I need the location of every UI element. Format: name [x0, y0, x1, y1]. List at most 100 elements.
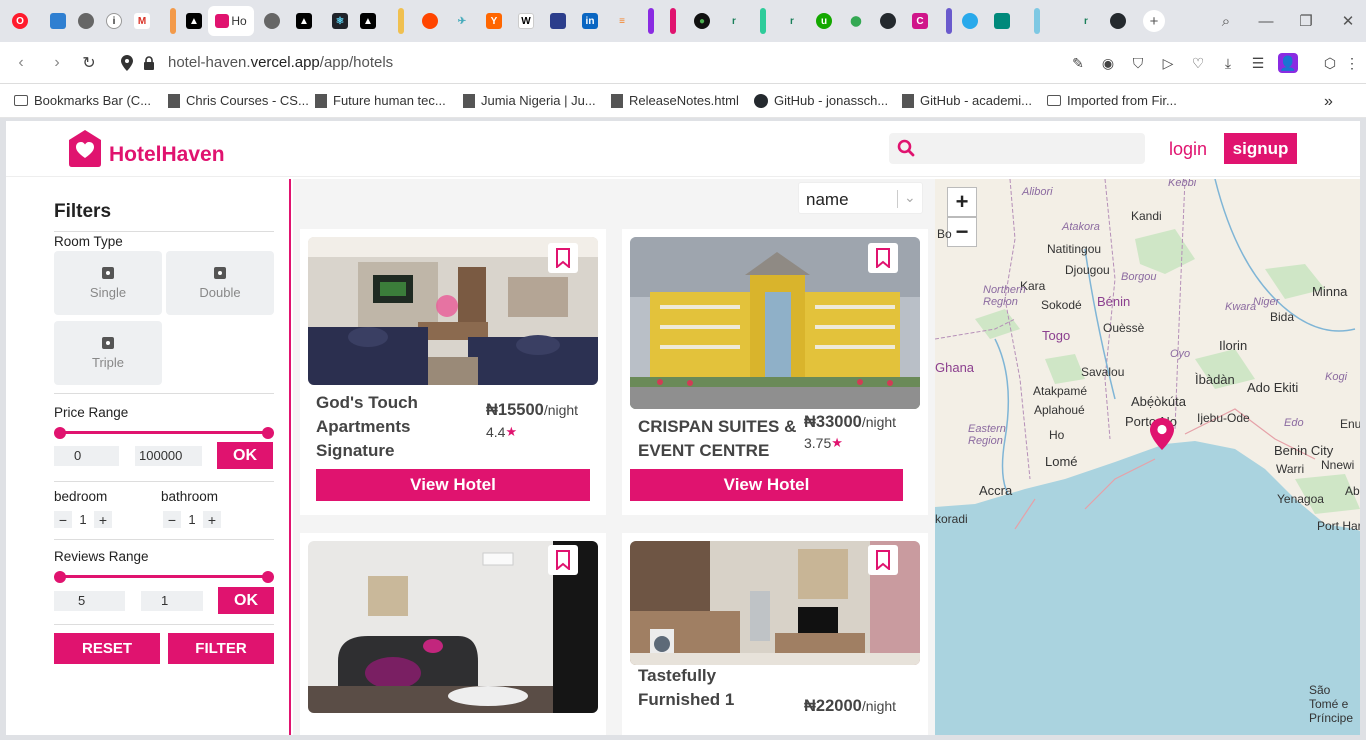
tab-favicon-info[interactable]: i: [100, 6, 128, 36]
reset-button[interactable]: RESET: [54, 633, 160, 664]
tab-favicon-globe-2[interactable]: [258, 6, 286, 36]
hotelhaven-logo-icon[interactable]: [68, 129, 102, 169]
reload-icon[interactable]: ↻: [78, 52, 100, 74]
opera-menu-icon[interactable]: O: [6, 6, 34, 36]
tab-favicon-canva[interactable]: C: [906, 6, 934, 36]
bathroom-decrement-button[interactable]: −: [163, 511, 181, 528]
lock-icon[interactable]: [138, 52, 160, 74]
tab-favicon-r-3[interactable]: r: [1072, 6, 1100, 36]
tab-favicon-maps[interactable]: ⬤: [842, 6, 870, 36]
bookmark-item[interactable]: Future human tec...: [315, 93, 446, 108]
search-tabs-icon[interactable]: ⌕: [1215, 10, 1237, 32]
tab-favicon-react[interactable]: ⚛: [326, 6, 354, 36]
tab-group-indicator-2[interactable]: [398, 8, 404, 34]
bookmark-item[interactable]: ReleaseNotes.html: [611, 93, 739, 108]
settings-sliders-icon[interactable]: ☰: [1248, 53, 1268, 73]
room-type-single[interactable]: Single: [54, 251, 162, 315]
login-link[interactable]: login: [1169, 139, 1207, 160]
bookmark-icon[interactable]: [548, 243, 578, 273]
sort-select[interactable]: name ⌄: [798, 182, 923, 214]
reviews-max-input[interactable]: 1: [141, 591, 203, 611]
hotel-name[interactable]: Tastefully Furnished 1: [638, 664, 798, 712]
tab-group-indicator-3[interactable]: [648, 8, 654, 34]
extensions-cube-icon[interactable]: ⬡: [1320, 53, 1340, 73]
reviews-min-handle[interactable]: [54, 571, 66, 583]
download-icon[interactable]: ⤓: [1218, 53, 1238, 73]
bookmarks-overflow-icon[interactable]: »: [1324, 93, 1333, 111]
view-hotel-button[interactable]: View Hotel: [630, 469, 903, 501]
edit-icon[interactable]: ✎: [1068, 53, 1088, 73]
signup-button[interactable]: signup: [1224, 133, 1297, 164]
play-icon[interactable]: ▷: [1158, 53, 1178, 73]
bookmark-item[interactable]: GitHub - jonassch...: [754, 93, 888, 108]
tab-favicon-globe[interactable]: [72, 6, 100, 36]
tab-favicon-telegram[interactable]: [956, 6, 984, 36]
bookmark-folder[interactable]: Bookmarks Bar (C...: [14, 93, 151, 108]
tab-favicon-bird[interactable]: ✈: [448, 6, 476, 36]
reviews-range-track[interactable]: [60, 575, 268, 578]
bookmark-icon[interactable]: [868, 545, 898, 575]
tab-group-indicator-7[interactable]: [1034, 8, 1040, 34]
price-max-handle[interactable]: [262, 427, 274, 439]
tab-favicon-r-2[interactable]: r: [778, 6, 806, 36]
profile-icon[interactable]: 👤: [1278, 53, 1298, 73]
room-type-double[interactable]: Double: [166, 251, 274, 315]
tab-group-indicator-5[interactable]: [760, 8, 766, 34]
filter-button[interactable]: FILTER: [168, 633, 274, 664]
reviews-max-handle[interactable]: [262, 571, 274, 583]
camera-icon[interactable]: ◉: [1098, 53, 1118, 73]
search-input[interactable]: [923, 137, 1133, 160]
price-max-input[interactable]: 100000: [135, 446, 202, 466]
bathroom-increment-button[interactable]: +: [203, 511, 221, 528]
bookmark-icon[interactable]: [548, 545, 578, 575]
url-field[interactable]: hotel-haven.vercel.app/app/hotels: [168, 54, 393, 71]
reviews-ok-button[interactable]: OK: [218, 587, 274, 614]
map-zoom-in-button[interactable]: +: [947, 187, 977, 217]
new-tab-icon[interactable]: +: [1143, 10, 1165, 32]
tab-group-indicator-4[interactable]: [670, 8, 676, 34]
tab-favicon-meet[interactable]: [988, 6, 1016, 36]
tab-favicon-github[interactable]: [874, 6, 902, 36]
location-pin-icon[interactable]: [116, 52, 138, 74]
shield-icon[interactable]: ⛉: [1128, 53, 1148, 73]
room-type-triple[interactable]: Triple: [54, 321, 162, 385]
bookmark-item[interactable]: Jumia Nigeria | Ju...: [463, 93, 596, 108]
search-box[interactable]: [889, 133, 1145, 164]
hotel-name[interactable]: CRISPAN SUITES & EVENT CENTRE: [638, 415, 798, 463]
price-ok-button[interactable]: OK: [217, 442, 273, 469]
bookmark-icon[interactable]: [868, 243, 898, 273]
tab-favicon-ycombinator[interactable]: Y: [480, 6, 508, 36]
tab-favicon-github-2[interactable]: [1104, 6, 1132, 36]
heart-icon[interactable]: ♡: [1188, 53, 1208, 73]
maximize-icon[interactable]: ❐: [1295, 10, 1317, 32]
bedroom-increment-button[interactable]: +: [94, 511, 112, 528]
tab-favicon-reddit[interactable]: [416, 6, 444, 36]
tab-favicon-stackoverflow[interactable]: ≡: [608, 6, 636, 36]
view-hotel-button[interactable]: View Hotel: [316, 469, 590, 501]
tab-group-indicator[interactable]: [170, 8, 176, 34]
tab-group-indicator-6[interactable]: [946, 8, 952, 34]
tab-favicon-r[interactable]: r: [720, 6, 748, 36]
forward-icon[interactable]: ›: [46, 52, 68, 74]
reviews-min-input[interactable]: 5: [54, 591, 125, 611]
map-panel[interactable]: + − Alibori Kebbi Kandi Atakora Bo Natit…: [935, 179, 1360, 735]
tab-favicon-upwork[interactable]: u: [810, 6, 838, 36]
menu-icon[interactable]: ⋮: [1342, 53, 1362, 73]
tab-favicon-vercel[interactable]: ▲: [180, 6, 208, 36]
tab-favicon-wikipedia[interactable]: W: [512, 6, 540, 36]
price-min-input[interactable]: 0: [54, 446, 119, 466]
map-marker-icon[interactable]: [1149, 417, 1175, 451]
tab-favicon-vercel-3[interactable]: ▲: [354, 6, 382, 36]
price-range-track[interactable]: [60, 431, 268, 434]
tab-favicon-linkedin[interactable]: in: [576, 6, 604, 36]
price-min-handle[interactable]: [54, 427, 66, 439]
tab-favicon-grid[interactable]: [44, 6, 72, 36]
back-icon[interactable]: ‹: [10, 52, 32, 74]
bookmark-item[interactable]: Chris Courses - CS...: [168, 93, 309, 108]
tab-favicon-hashnode[interactable]: [544, 6, 572, 36]
bookmark-folder[interactable]: Imported from Fir...: [1047, 93, 1177, 108]
brand-name[interactable]: HotelHaven: [109, 143, 225, 167]
close-window-icon[interactable]: ✕: [1337, 10, 1359, 32]
tab-favicon-gmail[interactable]: M: [128, 6, 156, 36]
hotel-name[interactable]: God's Touch Apartments Signature: [316, 391, 486, 463]
